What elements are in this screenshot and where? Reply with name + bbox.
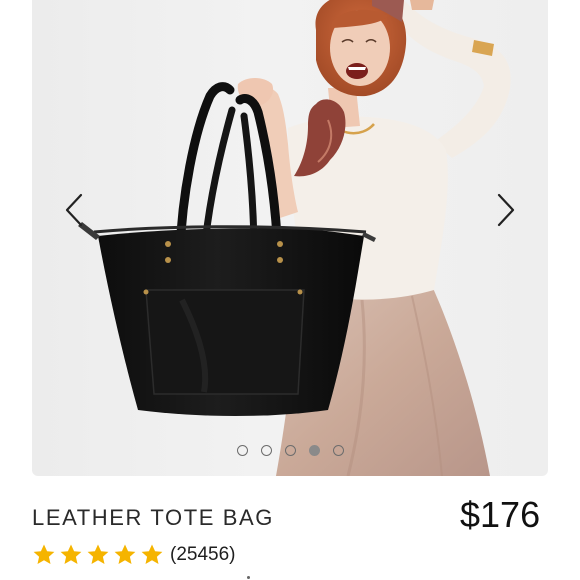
carousel-dot[interactable] xyxy=(236,444,248,456)
star-icon xyxy=(60,544,82,564)
star-icon xyxy=(33,544,55,564)
chevron-right-icon xyxy=(497,193,515,227)
rating-stars xyxy=(32,543,164,567)
review-count[interactable]: (25456) xyxy=(170,544,236,566)
product-image-carousel[interactable] xyxy=(32,0,548,476)
chevron-left-icon xyxy=(65,193,83,227)
carousel-pagination xyxy=(32,441,548,459)
carousel-dot[interactable] xyxy=(332,444,344,456)
carousel-dot[interactable] xyxy=(284,444,296,456)
product-price: $176 xyxy=(460,494,541,535)
carousel-dot[interactable] xyxy=(260,444,272,456)
star-icon xyxy=(141,544,163,564)
product-title: LEATHER TOTE BAG xyxy=(32,505,274,530)
carousel-prev-button[interactable] xyxy=(54,188,94,232)
star-icon xyxy=(114,544,136,564)
divider-dot xyxy=(247,576,250,579)
carousel-dot-active[interactable] xyxy=(308,444,320,456)
product-rating[interactable]: (25456) xyxy=(32,540,236,570)
product-photo xyxy=(78,0,511,476)
carousel-next-button[interactable] xyxy=(486,188,526,232)
star-icon xyxy=(87,544,109,564)
